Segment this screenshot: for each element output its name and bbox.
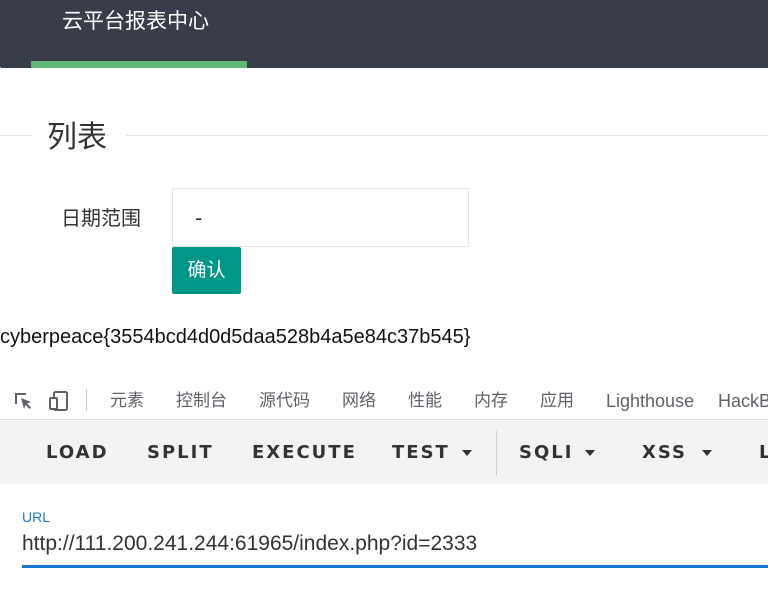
hackbar-divider bbox=[496, 431, 497, 475]
element-picker-icon[interactable] bbox=[12, 390, 34, 412]
fieldset-legend: 列表 bbox=[47, 120, 107, 155]
devtools-tab-memory[interactable]: 内存 bbox=[474, 389, 508, 413]
devtools-tab-application[interactable]: 应用 bbox=[540, 389, 574, 413]
url-input[interactable] bbox=[22, 528, 768, 560]
devtools-tab-bar: 元素 控制台 源代码 网络 性能 内存 应用 Lighthouse HackBa… bbox=[0, 381, 768, 420]
confirm-button[interactable]: 确认 bbox=[172, 247, 241, 294]
test-menu-button[interactable]: TEST bbox=[392, 440, 450, 466]
devtools-tab-sources[interactable]: 源代码 bbox=[259, 389, 310, 413]
split-button[interactable]: SPLIT bbox=[147, 440, 214, 466]
top-nav-bar: 云平台报表中心 bbox=[0, 0, 768, 68]
page: 云平台报表中心 列表 日期范围 确认 cyberpeace{3554bcd4d0… bbox=[0, 0, 768, 601]
nav-title[interactable]: 云平台报表中心 bbox=[62, 6, 209, 36]
devtools-tab-separator bbox=[86, 389, 87, 411]
fieldset-divider-right bbox=[126, 135, 768, 136]
execute-button[interactable]: EXECUTE bbox=[252, 440, 357, 466]
hackbar-toolbar: LOAD SPLIT EXECUTE TEST SQLI XSS LFI bbox=[0, 421, 768, 484]
device-toolbar-icon[interactable] bbox=[48, 390, 70, 412]
url-field-label: URL bbox=[22, 509, 51, 525]
nav-active-indicator bbox=[31, 61, 247, 68]
xss-caret-down-icon[interactable] bbox=[702, 450, 712, 456]
devtools-tab-elements[interactable]: 元素 bbox=[110, 389, 144, 413]
devtools-tab-performance[interactable]: 性能 bbox=[408, 389, 442, 413]
devtools-tab-lighthouse[interactable]: Lighthouse bbox=[606, 389, 694, 413]
fieldset-divider-left bbox=[0, 135, 32, 136]
lfi-menu-button[interactable]: LFI bbox=[759, 440, 768, 466]
sqli-caret-down-icon[interactable] bbox=[585, 450, 595, 456]
devtools-tab-network[interactable]: 网络 bbox=[342, 389, 376, 413]
sqli-menu-button[interactable]: SQLI bbox=[519, 440, 573, 466]
flag-output-text: cyberpeace{3554bcd4d0d5daa528b4a5e84c37b… bbox=[0, 326, 471, 348]
date-range-label: 日期范围 bbox=[61, 206, 141, 230]
load-button[interactable]: LOAD bbox=[46, 440, 109, 466]
devtools-tab-hackbar[interactable]: HackBar bbox=[718, 389, 768, 413]
xss-menu-button[interactable]: XSS bbox=[642, 440, 687, 466]
url-field-underline bbox=[22, 565, 768, 568]
devtools-tab-console[interactable]: 控制台 bbox=[176, 389, 227, 413]
date-range-input[interactable] bbox=[172, 188, 469, 247]
test-caret-down-icon[interactable] bbox=[462, 450, 472, 456]
